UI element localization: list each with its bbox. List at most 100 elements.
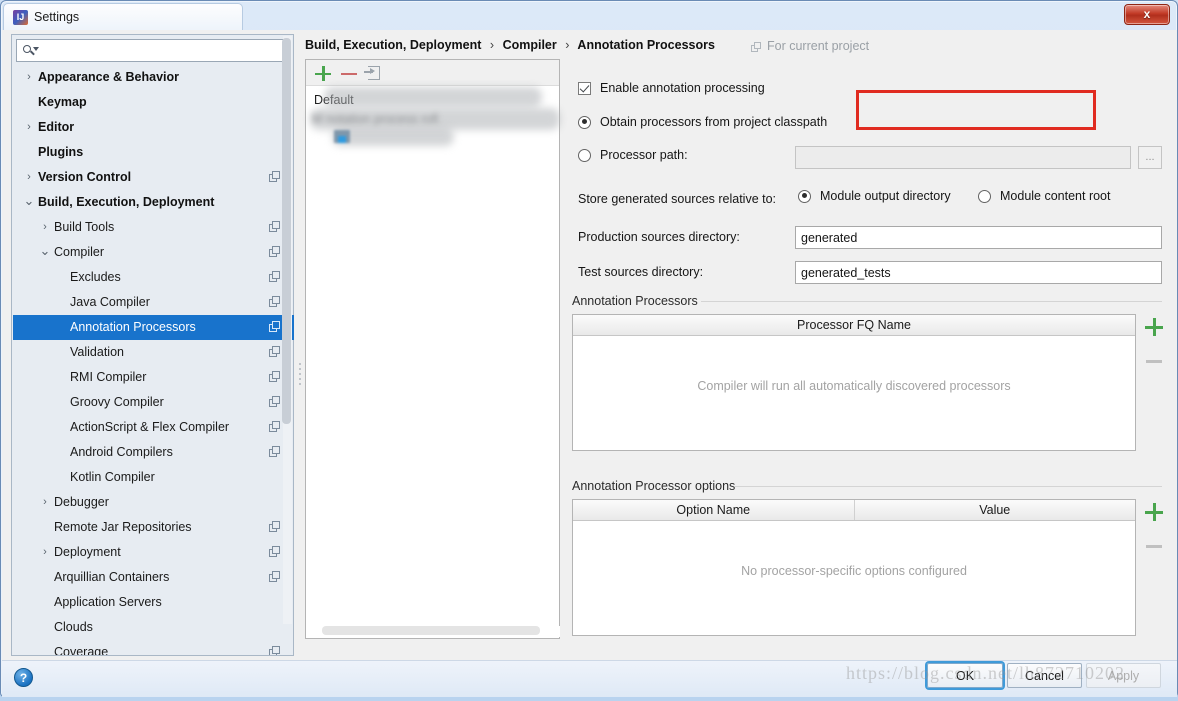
chevron-right-icon[interactable]: ›	[38, 540, 52, 565]
sidebar-item-label: Remote Jar Repositories	[54, 520, 192, 534]
search-input[interactable]	[41, 41, 290, 60]
annotation-processors-group-title: Annotation Processors	[572, 294, 705, 308]
profiles-hscrollbar-thumb[interactable]	[322, 626, 540, 635]
sidebar-item-version-control[interactable]: › Version Control	[13, 165, 294, 190]
sidebar-scrollbar-thumb[interactable]	[282, 38, 291, 424]
chevron-right-icon[interactable]: ›	[22, 115, 36, 140]
sidebar-item-label: Appearance & Behavior	[38, 70, 180, 84]
apply-button[interactable]: Apply	[1086, 663, 1161, 688]
test-sources-input[interactable]	[795, 261, 1162, 284]
project-scope-icon	[269, 521, 281, 533]
sidebar-item-java-compiler[interactable]: Java Compiler	[13, 290, 294, 315]
sidebar-item-appearance-behavior[interactable]: › Appearance & Behavior	[13, 65, 294, 90]
profile-item-redacted[interactable]: M notation process rofi	[312, 112, 562, 126]
sidebar-item-remote-jar-repositories[interactable]: Remote Jar Repositories	[13, 515, 294, 540]
chevron-down-icon[interactable]: ⌄	[22, 190, 36, 211]
project-scope-icon	[269, 271, 281, 283]
sidebar-item-label: Application Servers	[54, 595, 162, 609]
sidebar-item-coverage[interactable]: Coverage	[13, 640, 294, 655]
chevron-right-icon[interactable]: ›	[22, 65, 36, 90]
project-scope-icon	[269, 646, 281, 655]
ok-button[interactable]: OK	[927, 663, 1003, 688]
sidebar-item-label: RMI Compiler	[70, 370, 147, 384]
column-processor-fq-name[interactable]: Processor FQ Name	[573, 315, 1135, 335]
add-profile-icon[interactable]	[314, 64, 332, 82]
sidebar-item-kotlin-compiler[interactable]: Kotlin Compiler	[13, 465, 294, 490]
group-divider	[735, 486, 1162, 487]
close-icon[interactable]: x	[1124, 4, 1170, 25]
project-scope-icon	[269, 221, 281, 233]
remove-option-icon[interactable]	[1143, 535, 1165, 557]
sidebar-scrollbar-track[interactable]	[282, 36, 292, 624]
chevron-right-icon[interactable]: ›	[38, 490, 52, 515]
processor-path-radio[interactable]	[578, 148, 591, 162]
add-processor-icon[interactable]	[1143, 316, 1165, 338]
sidebar-item-rmi-compiler[interactable]: RMI Compiler	[13, 365, 294, 390]
sidebar-item-keymap[interactable]: Keymap	[13, 90, 294, 115]
enable-annotation-processing-checkbox[interactable]	[578, 81, 591, 95]
intellij-idea-icon: IJ	[13, 10, 28, 25]
profiles-toolbar	[306, 60, 559, 86]
sidebar-item-actionscript-flex-compiler[interactable]: ActionScript & Flex Compiler	[13, 415, 294, 440]
sidebar-item-arquillian-containers[interactable]: Arquillian Containers	[13, 565, 294, 590]
column-option-name[interactable]: Option Name	[573, 500, 854, 520]
sidebar-item-deployment[interactable]: › Deployment	[13, 540, 294, 565]
chevron-right-icon[interactable]: ›	[38, 215, 52, 240]
module-content-root-row[interactable]: Module content root	[978, 189, 1111, 203]
sidebar-item-clouds[interactable]: Clouds	[13, 615, 294, 640]
redacted-blur	[324, 87, 542, 107]
production-sources-input[interactable]	[795, 226, 1162, 249]
main-panel: Build, Execution, Deployment › Compiler …	[303, 34, 1169, 656]
chevron-right-icon[interactable]: ›	[22, 165, 36, 190]
project-scope-icon	[269, 571, 281, 583]
column-value[interactable]: Value	[853, 500, 1136, 520]
processor-path-browse-button[interactable]: ...	[1138, 146, 1162, 169]
profiles-panel: Default M notation process rofi	[305, 59, 560, 639]
chevron-down-icon[interactable]: ⌄	[38, 240, 52, 261]
sidebar-item-debugger[interactable]: › Debugger	[13, 490, 294, 515]
sidebar-item-label: Java Compiler	[70, 295, 150, 309]
profiles-hscrollbar-track[interactable]	[307, 626, 560, 637]
search-box[interactable]	[16, 39, 291, 62]
redacted-blur	[332, 128, 454, 146]
module-output-directory-radio[interactable]	[798, 189, 811, 203]
processor-path-row[interactable]: Processor path:	[578, 148, 688, 162]
sidebar-item-build-execution-deployment[interactable]: ⌄ Build, Execution, Deployment	[13, 190, 294, 215]
sidebar-item-excludes[interactable]: Excludes	[13, 265, 294, 290]
module-content-root-radio[interactable]	[978, 189, 991, 203]
sidebar-item-editor[interactable]: › Editor	[13, 115, 294, 140]
title-bar: IJ Settings x	[1, 1, 1177, 30]
processor-path-label: Processor path:	[600, 148, 688, 162]
window-title: Settings	[34, 10, 80, 24]
module-folder-icon	[334, 130, 350, 143]
sidebar-item-validation[interactable]: Validation	[13, 340, 294, 365]
sidebar-item-android-compilers[interactable]: Android Compilers	[13, 440, 294, 465]
sidebar-item-label: Validation	[70, 345, 124, 359]
project-scope-icon	[269, 246, 281, 258]
sidebar-item-plugins[interactable]: Plugins	[13, 140, 294, 165]
settings-tree: › Appearance & Behavior Keymap › Editor Plugi…	[13, 65, 294, 655]
obtain-from-classpath-radio[interactable]	[578, 115, 591, 129]
sidebar-item-application-servers[interactable]: Application Servers	[13, 590, 294, 615]
module-output-directory-row[interactable]: Module output directory	[798, 189, 951, 203]
breadcrumb-part-2[interactable]: Compiler	[503, 38, 557, 52]
sidebar-item-compiler[interactable]: ⌄ Compiler	[13, 240, 294, 265]
sidebar-item-label: ActionScript & Flex Compiler	[70, 420, 230, 434]
move-to-profile-icon[interactable]	[364, 64, 382, 82]
sidebar-item-label: Groovy Compiler	[70, 395, 164, 409]
obtain-from-classpath-row[interactable]: Obtain processors from project classpath	[578, 115, 827, 129]
breadcrumb-part-1[interactable]: Build, Execution, Deployment	[305, 38, 481, 52]
for-current-project-label: For current project	[767, 39, 870, 53]
add-option-icon[interactable]	[1143, 501, 1165, 523]
project-scope-icon	[269, 446, 281, 458]
processor-path-input[interactable]	[795, 146, 1131, 169]
remove-processor-icon[interactable]	[1143, 350, 1165, 372]
annotation-processors-empty-message: Compiler will run all automatically disc…	[697, 379, 1011, 393]
sidebar-item-groovy-compiler[interactable]: Groovy Compiler	[13, 390, 294, 415]
help-icon[interactable]: ?	[14, 668, 33, 687]
enable-annotation-processing-row[interactable]: Enable annotation processing	[578, 81, 765, 95]
sidebar-item-annotation-processors[interactable]: Annotation Processors	[13, 315, 294, 340]
remove-profile-icon[interactable]	[340, 64, 358, 82]
cancel-button[interactable]: Cancel	[1007, 663, 1082, 688]
sidebar-item-build-tools[interactable]: › Build Tools	[13, 215, 294, 240]
